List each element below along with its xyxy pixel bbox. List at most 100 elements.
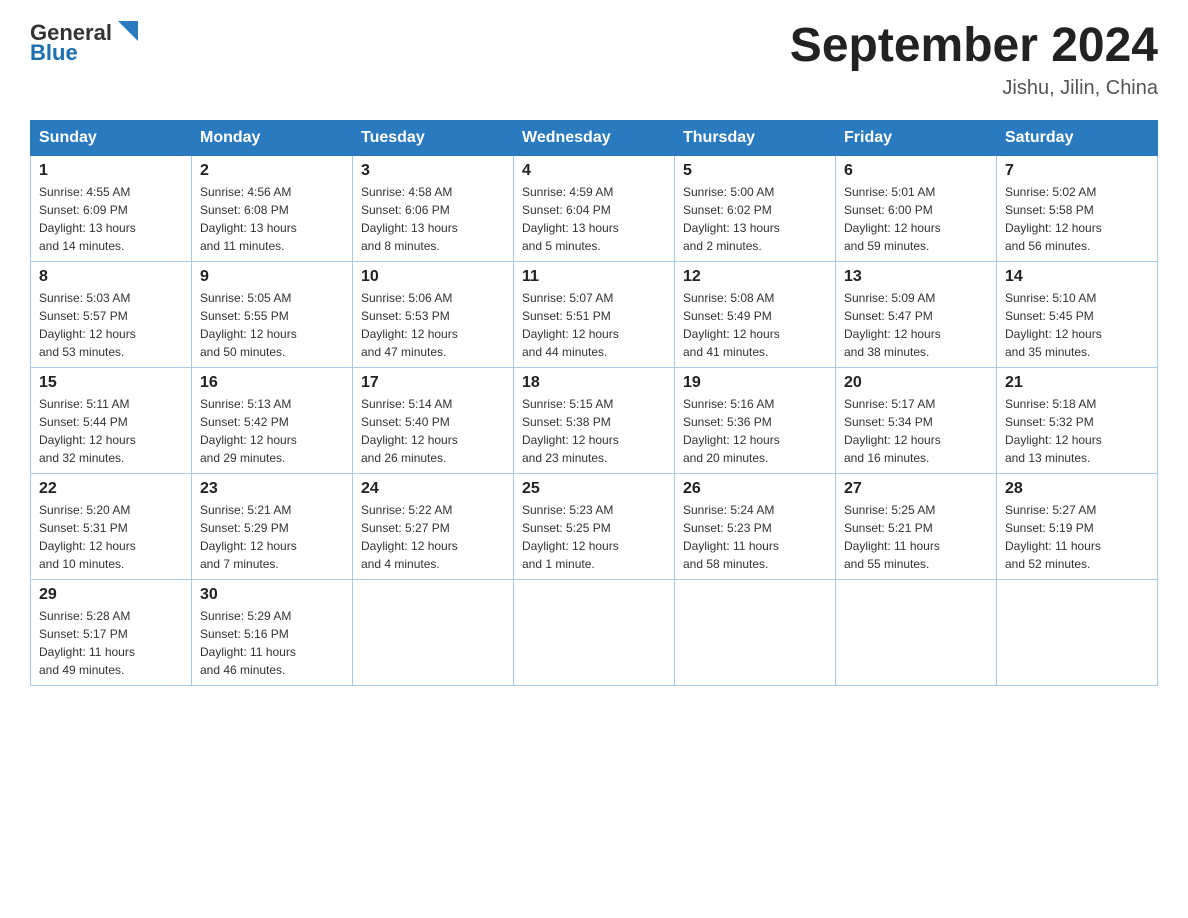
- day-cell: 14 Sunrise: 5:10 AM Sunset: 5:45 PM Dayli…: [997, 261, 1158, 367]
- day-cell: 23 Sunrise: 5:21 AM Sunset: 5:29 PM Dayli…: [192, 473, 353, 579]
- day-number: 8: [39, 268, 183, 286]
- day-cell: 27 Sunrise: 5:25 AM Sunset: 5:21 PM Dayli…: [836, 473, 997, 579]
- day-cell: 11 Sunrise: 5:07 AM Sunset: 5:51 PM Dayli…: [514, 261, 675, 367]
- day-cell: 21 Sunrise: 5:18 AM Sunset: 5:32 PM Dayli…: [997, 367, 1158, 473]
- day-info: Sunrise: 5:21 AM Sunset: 5:29 PM Dayligh…: [200, 501, 344, 573]
- day-info: Sunrise: 5:06 AM Sunset: 5:53 PM Dayligh…: [361, 289, 505, 361]
- day-info: Sunrise: 5:00 AM Sunset: 6:02 PM Dayligh…: [683, 183, 827, 255]
- day-cell: [514, 579, 675, 685]
- day-info: Sunrise: 5:18 AM Sunset: 5:32 PM Dayligh…: [1005, 395, 1149, 467]
- day-number: 10: [361, 268, 505, 286]
- day-cell: 3Sunrise: 4:58 AM Sunset: 6:06 PM Daylig…: [353, 155, 514, 261]
- week-row-2: 8 Sunrise: 5:03 AM Sunset: 5:57 PM Daylig…: [31, 261, 1158, 367]
- week-row-3: 15 Sunrise: 5:11 AM Sunset: 5:44 PM Dayli…: [31, 367, 1158, 473]
- day-number: 25: [522, 480, 666, 498]
- day-info: Sunrise: 5:22 AM Sunset: 5:27 PM Dayligh…: [361, 501, 505, 573]
- day-number: 26: [683, 480, 827, 498]
- day-cell: 29 Sunrise: 5:28 AM Sunset: 5:17 PM Dayli…: [31, 579, 192, 685]
- day-number: 23: [200, 480, 344, 498]
- day-cell: [675, 579, 836, 685]
- day-number: 30: [200, 586, 344, 604]
- day-info: Sunrise: 5:25 AM Sunset: 5:21 PM Dayligh…: [844, 501, 988, 573]
- day-cell: 17Sunrise: 5:14 AM Sunset: 5:40 PM Dayli…: [353, 367, 514, 473]
- logo-triangle-icon: [114, 17, 142, 45]
- day-info: Sunrise: 5:16 AM Sunset: 5:36 PM Dayligh…: [683, 395, 827, 467]
- day-cell: 28Sunrise: 5:27 AM Sunset: 5:19 PM Dayli…: [997, 473, 1158, 579]
- day-info: Sunrise: 5:24 AM Sunset: 5:23 PM Dayligh…: [683, 501, 827, 573]
- header-monday: Monday: [192, 120, 353, 155]
- calendar-subtitle: Jishu, Jilin, China: [790, 77, 1158, 100]
- day-number: 14: [1005, 268, 1149, 286]
- day-info: Sunrise: 5:11 AM Sunset: 5:44 PM Dayligh…: [39, 395, 183, 467]
- header-thursday: Thursday: [675, 120, 836, 155]
- day-number: 4: [522, 162, 666, 180]
- logo: General Blue: [30, 20, 142, 66]
- day-info: Sunrise: 5:29 AM Sunset: 5:16 PM Dayligh…: [200, 607, 344, 679]
- day-cell: 12 Sunrise: 5:08 AM Sunset: 5:49 PM Dayli…: [675, 261, 836, 367]
- day-info: Sunrise: 5:01 AM Sunset: 6:00 PM Dayligh…: [844, 183, 988, 255]
- day-number: 11: [522, 268, 666, 286]
- day-cell: 9 Sunrise: 5:05 AM Sunset: 5:55 PM Daylig…: [192, 261, 353, 367]
- day-number: 27: [844, 480, 988, 498]
- day-cell: 19 Sunrise: 5:16 AM Sunset: 5:36 PM Dayli…: [675, 367, 836, 473]
- day-cell: 4 Sunrise: 4:59 AM Sunset: 6:04 PM Daylig…: [514, 155, 675, 261]
- day-cell: 6 Sunrise: 5:01 AM Sunset: 6:00 PM Daylig…: [836, 155, 997, 261]
- page-header: General Blue September 2024 Jishu, Jilin…: [30, 20, 1158, 100]
- header-row: SundayMondayTuesdayWednesdayThursdayFrid…: [31, 120, 1158, 155]
- day-number: 1: [39, 162, 183, 180]
- day-info: Sunrise: 5:02 AM Sunset: 5:58 PM Dayligh…: [1005, 183, 1149, 255]
- day-info: Sunrise: 5:07 AM Sunset: 5:51 PM Dayligh…: [522, 289, 666, 361]
- day-info: Sunrise: 5:20 AM Sunset: 5:31 PM Dayligh…: [39, 501, 183, 573]
- day-number: 18: [522, 374, 666, 392]
- day-number: 19: [683, 374, 827, 392]
- day-number: 9: [200, 268, 344, 286]
- day-info: Sunrise: 5:28 AM Sunset: 5:17 PM Dayligh…: [39, 607, 183, 679]
- day-number: 12: [683, 268, 827, 286]
- day-number: 2: [200, 162, 344, 180]
- title-area: September 2024 Jishu, Jilin, China: [790, 20, 1158, 100]
- day-number: 7: [1005, 162, 1149, 180]
- day-number: 6: [844, 162, 988, 180]
- day-info: Sunrise: 4:55 AM Sunset: 6:09 PM Dayligh…: [39, 183, 183, 255]
- day-cell: [353, 579, 514, 685]
- day-cell: 20 Sunrise: 5:17 AM Sunset: 5:34 PM Dayli…: [836, 367, 997, 473]
- day-info: Sunrise: 5:08 AM Sunset: 5:49 PM Dayligh…: [683, 289, 827, 361]
- day-cell: 1 Sunrise: 4:55 AM Sunset: 6:09 PM Daylig…: [31, 155, 192, 261]
- day-cell: 30 Sunrise: 5:29 AM Sunset: 5:16 PM Dayli…: [192, 579, 353, 685]
- day-cell: 22 Sunrise: 5:20 AM Sunset: 5:31 PM Dayli…: [31, 473, 192, 579]
- calendar-table: SundayMondayTuesdayWednesdayThursdayFrid…: [30, 120, 1158, 686]
- day-info: Sunrise: 5:13 AM Sunset: 5:42 PM Dayligh…: [200, 395, 344, 467]
- week-row-4: 22 Sunrise: 5:20 AM Sunset: 5:31 PM Dayli…: [31, 473, 1158, 579]
- day-cell: 18 Sunrise: 5:15 AM Sunset: 5:38 PM Dayli…: [514, 367, 675, 473]
- day-cell: [836, 579, 997, 685]
- day-cell: 25 Sunrise: 5:23 AM Sunset: 5:25 PM Dayli…: [514, 473, 675, 579]
- day-number: 15: [39, 374, 183, 392]
- day-cell: 5 Sunrise: 5:00 AM Sunset: 6:02 PM Daylig…: [675, 155, 836, 261]
- header-sunday: Sunday: [31, 120, 192, 155]
- day-info: Sunrise: 5:05 AM Sunset: 5:55 PM Dayligh…: [200, 289, 344, 361]
- day-info: Sunrise: 4:59 AM Sunset: 6:04 PM Dayligh…: [522, 183, 666, 255]
- day-number: 29: [39, 586, 183, 604]
- day-info: Sunrise: 5:03 AM Sunset: 5:57 PM Dayligh…: [39, 289, 183, 361]
- header-saturday: Saturday: [997, 120, 1158, 155]
- day-info: Sunrise: 5:10 AM Sunset: 5:45 PM Dayligh…: [1005, 289, 1149, 361]
- day-cell: 2Sunrise: 4:56 AM Sunset: 6:08 PM Daylig…: [192, 155, 353, 261]
- calendar-title: September 2024: [790, 20, 1158, 73]
- day-info: Sunrise: 5:15 AM Sunset: 5:38 PM Dayligh…: [522, 395, 666, 467]
- day-info: Sunrise: 5:23 AM Sunset: 5:25 PM Dayligh…: [522, 501, 666, 573]
- day-cell: 8 Sunrise: 5:03 AM Sunset: 5:57 PM Daylig…: [31, 261, 192, 367]
- day-number: 16: [200, 374, 344, 392]
- day-number: 22: [39, 480, 183, 498]
- day-number: 20: [844, 374, 988, 392]
- day-info: Sunrise: 5:17 AM Sunset: 5:34 PM Dayligh…: [844, 395, 988, 467]
- day-cell: 24Sunrise: 5:22 AM Sunset: 5:27 PM Dayli…: [353, 473, 514, 579]
- header-wednesday: Wednesday: [514, 120, 675, 155]
- day-number: 3: [361, 162, 505, 180]
- day-cell: [997, 579, 1158, 685]
- day-cell: 16 Sunrise: 5:13 AM Sunset: 5:42 PM Dayli…: [192, 367, 353, 473]
- day-number: 5: [683, 162, 827, 180]
- day-info: Sunrise: 5:27 AM Sunset: 5:19 PM Dayligh…: [1005, 501, 1149, 573]
- logo-text-blue: Blue: [30, 40, 78, 66]
- week-row-1: 1 Sunrise: 4:55 AM Sunset: 6:09 PM Daylig…: [31, 155, 1158, 261]
- day-number: 21: [1005, 374, 1149, 392]
